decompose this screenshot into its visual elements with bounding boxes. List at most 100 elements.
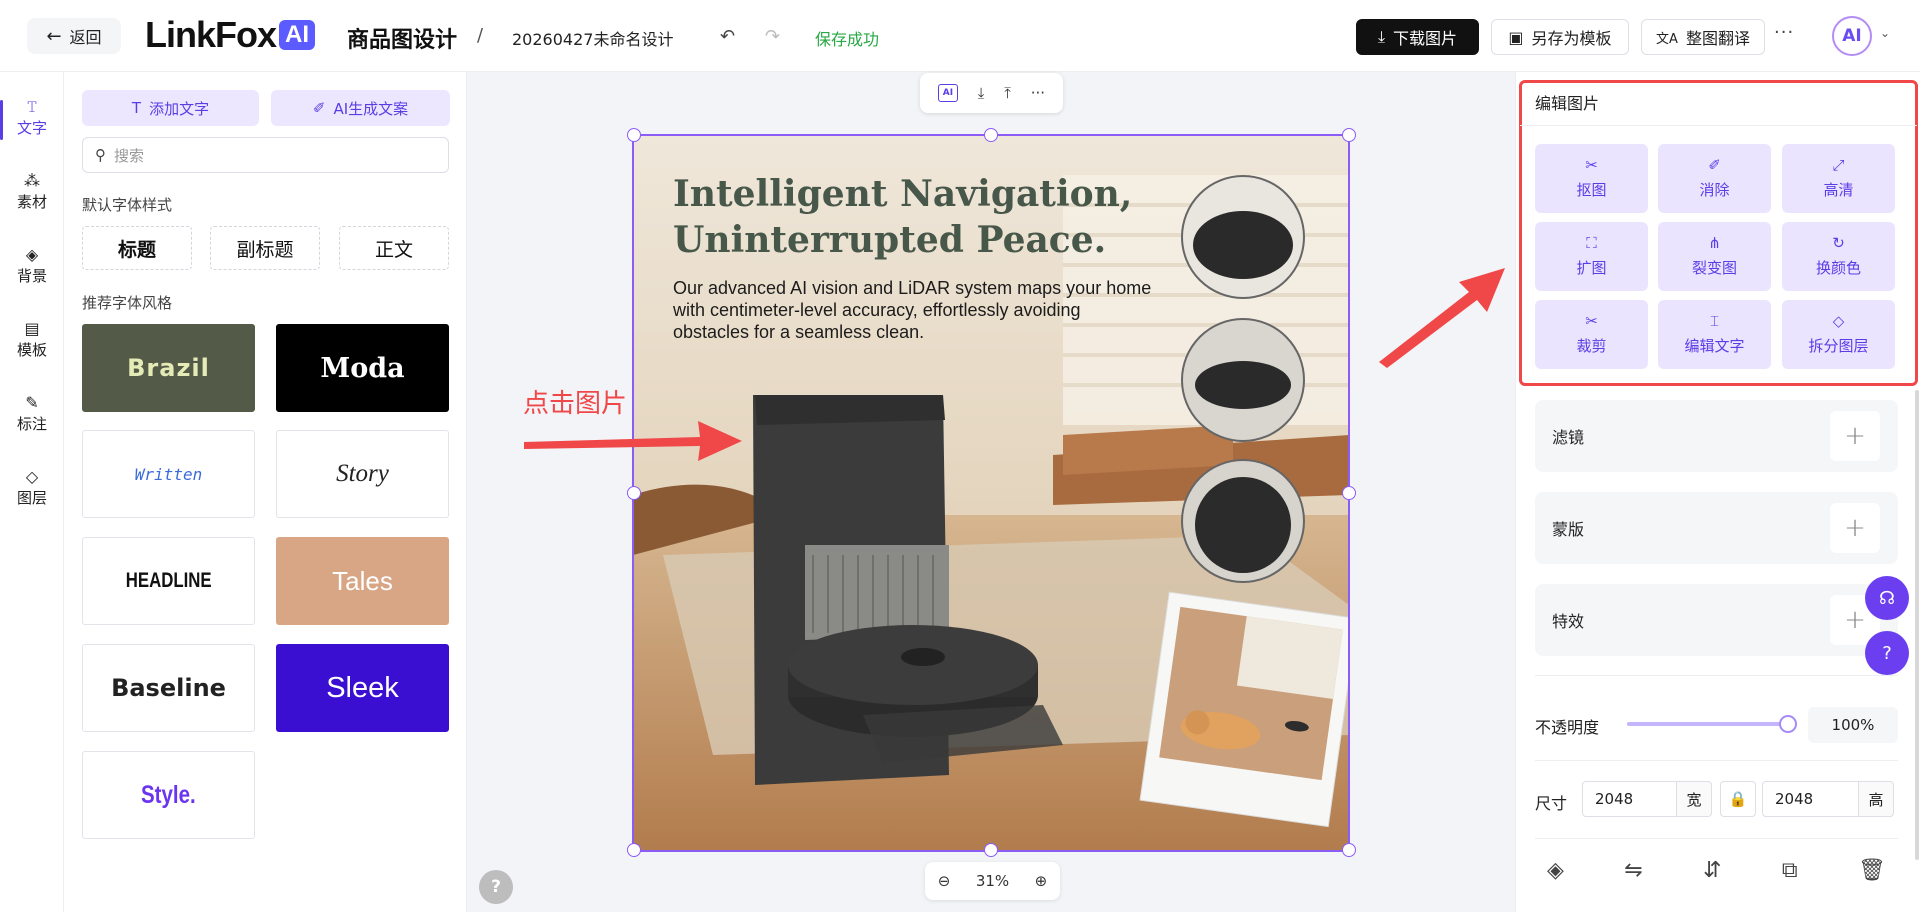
help-question-icon[interactable]: ? bbox=[1865, 631, 1909, 675]
layers-icon[interactable]: ◈ bbox=[1547, 858, 1564, 883]
rail-item-layers[interactable]: ◇ 图层 bbox=[0, 456, 64, 520]
mask-section[interactable]: 蒙版 + bbox=[1535, 492, 1898, 564]
font-style-baseline[interactable]: Baseline bbox=[82, 644, 255, 732]
flip-vertical-icon[interactable]: ⇵ bbox=[1703, 858, 1721, 883]
back-button[interactable]: ← 返回 bbox=[27, 18, 121, 54]
add-mask-icon[interactable]: + bbox=[1830, 503, 1880, 553]
background-icon: ◈ bbox=[25, 244, 39, 264]
duplicate-icon[interactable]: ⧉ bbox=[1782, 858, 1798, 883]
tool-crop-button[interactable]: ✂ 裁剪 bbox=[1535, 300, 1648, 369]
resize-handle-top-left[interactable] bbox=[627, 128, 641, 142]
headline-line-2[interactable]: Uninterrupted Peace. bbox=[673, 219, 1106, 261]
width-unit: 宽 bbox=[1676, 781, 1712, 817]
redo-icon[interactable]: ↷ bbox=[765, 26, 780, 47]
search-input[interactable]: ⚲ 搜索 bbox=[82, 137, 449, 173]
download-button[interactable]: ⤓ 下载图片 bbox=[1356, 19, 1479, 55]
rail-item-label: 背景 bbox=[16, 266, 47, 285]
tool-label: 裁剪 bbox=[1576, 336, 1607, 355]
font-style-label: Tales bbox=[332, 565, 393, 596]
body-copy[interactable]: Our advanced AI vision and LiDAR system … bbox=[673, 277, 1153, 343]
font-style-headline[interactable]: HEADLINE bbox=[82, 537, 255, 625]
rail-item-text[interactable]: 𝚃 文字 bbox=[0, 86, 64, 150]
opacity-slider-handle[interactable] bbox=[1779, 715, 1797, 733]
style-body-button[interactable]: 正文 bbox=[339, 226, 449, 270]
zoom-out-icon[interactable]: ⊖ bbox=[938, 872, 951, 890]
resize-handle-bottom-left[interactable] bbox=[627, 843, 641, 857]
filter-section[interactable]: 滤镜 + bbox=[1535, 400, 1898, 472]
chevron-down-icon[interactable]: ⌄ bbox=[1880, 26, 1890, 40]
font-style-brazil[interactable]: Brazil bbox=[82, 324, 255, 412]
divider bbox=[1520, 125, 1917, 126]
opacity-value[interactable]: 100% bbox=[1808, 707, 1898, 743]
product-image[interactable]: Intelligent Navigation, Uninterrupted Pe… bbox=[633, 135, 1349, 851]
effects-section[interactable]: 特效 + bbox=[1535, 584, 1898, 656]
opacity-slider[interactable] bbox=[1627, 722, 1788, 726]
upload-icon[interactable]: ⤒ bbox=[1004, 84, 1011, 102]
effects-label: 特效 bbox=[1552, 612, 1585, 631]
font-style-moda[interactable]: Moda bbox=[276, 324, 449, 412]
customer-service-icon[interactable]: ☊ bbox=[1865, 576, 1909, 620]
rail-item-annotate[interactable]: ✎ 标注 bbox=[0, 382, 64, 446]
help-icon[interactable]: ? bbox=[479, 870, 513, 904]
undo-icon[interactable]: ↶ bbox=[720, 26, 735, 47]
resize-handle-bottom-right[interactable] bbox=[1342, 843, 1356, 857]
ai-tool-icon[interactable]: AI bbox=[937, 84, 958, 102]
delete-icon[interactable]: 🗑 bbox=[1858, 858, 1886, 883]
translate-button[interactable]: 文A 整图翻译 bbox=[1641, 19, 1765, 55]
resize-handle-left[interactable] bbox=[627, 486, 641, 500]
style-heading-button[interactable]: 标题 bbox=[82, 226, 192, 270]
document-name[interactable]: 20260427未命名设计 bbox=[512, 26, 673, 50]
ai-copywriting-button[interactable]: ✐ AI生成文案 bbox=[271, 90, 450, 126]
save-as-template-button[interactable]: ▣ 另存为模板 bbox=[1491, 19, 1629, 55]
font-style-style[interactable]: Style. bbox=[82, 751, 255, 839]
lock-ratio-icon[interactable]: 🔒 bbox=[1720, 781, 1756, 817]
resize-handle-top[interactable] bbox=[984, 128, 998, 142]
rail-item-background[interactable]: ◈ 背景 bbox=[0, 234, 64, 298]
headline-line-1[interactable]: Intelligent Navigation, bbox=[673, 173, 1132, 215]
resize-handle-bottom[interactable] bbox=[984, 843, 998, 857]
tool-split-layers-button[interactable]: ◇ 拆分图层 bbox=[1782, 300, 1895, 369]
tool-label: 裂变图 bbox=[1691, 258, 1737, 277]
tool-cutout-button[interactable]: ✂ 抠图 bbox=[1535, 144, 1648, 213]
zoom-in-icon[interactable]: ⊕ bbox=[1035, 872, 1048, 890]
add-text-button[interactable]: T 添加文字 bbox=[82, 90, 259, 126]
search-icon: ⚲ bbox=[95, 146, 106, 164]
resize-handle-top-right[interactable] bbox=[1342, 128, 1356, 142]
font-style-story[interactable]: Story bbox=[276, 430, 449, 518]
template-icon: ▣ bbox=[1508, 27, 1524, 47]
translate-label: 整图翻译 bbox=[1685, 29, 1750, 48]
app-logo[interactable]: LinkFox AI bbox=[145, 14, 316, 55]
avatar[interactable]: AI bbox=[1832, 16, 1872, 56]
magic-wand-icon: ✐ bbox=[312, 99, 326, 117]
rail-item-assets[interactable]: ⁂ 素材 bbox=[0, 160, 64, 224]
font-style-written[interactable]: Written bbox=[82, 430, 255, 518]
download-layer-icon[interactable]: ⤓ bbox=[978, 84, 985, 102]
more-options-icon[interactable]: ··· bbox=[1031, 84, 1045, 102]
font-style-tales[interactable]: Tales bbox=[276, 537, 449, 625]
download-label: 下载图片 bbox=[1393, 29, 1458, 48]
flip-horizontal-icon[interactable]: ⇋ bbox=[1624, 858, 1642, 883]
tool-edit-text-button[interactable]: ⌶ 编辑文字 bbox=[1658, 300, 1771, 369]
font-style-label: Story bbox=[336, 460, 389, 487]
tool-expand-button[interactable]: ⛶ 扩图 bbox=[1535, 222, 1648, 291]
text-icon: 𝚃 bbox=[26, 96, 38, 116]
tool-recolor-button[interactable]: ↻ 换颜色 bbox=[1782, 222, 1895, 291]
tool-erase-button[interactable]: ✐ 消除 bbox=[1658, 144, 1771, 213]
assets-icon: ⁂ bbox=[24, 170, 40, 190]
font-style-label: Brazil bbox=[127, 354, 210, 382]
more-menu-icon[interactable]: ··· bbox=[1774, 22, 1794, 43]
ai-copy-label: AI生成文案 bbox=[333, 99, 409, 118]
rail-item-label: 素材 bbox=[16, 192, 47, 211]
rail-item-template[interactable]: ▤ 模板 bbox=[0, 308, 64, 372]
font-style-label: Style. bbox=[141, 780, 196, 809]
right-panel-scrollbar[interactable] bbox=[1915, 390, 1919, 860]
style-subheading-button[interactable]: 副标题 bbox=[210, 226, 320, 270]
add-filter-icon[interactable]: + bbox=[1830, 411, 1880, 461]
layer-actions-bar: ◈ ⇋ ⇵ ⧉ 🗑 bbox=[1535, 858, 1898, 883]
tool-hd-button[interactable]: ⤢ 高清 bbox=[1782, 144, 1895, 213]
annotate-icon: ✎ bbox=[25, 392, 39, 412]
resize-handle-right[interactable] bbox=[1342, 486, 1356, 500]
tool-variation-button[interactable]: ⋔ 裂变图 bbox=[1658, 222, 1771, 291]
divider bbox=[1535, 675, 1898, 676]
font-style-sleek[interactable]: Sleek bbox=[276, 644, 449, 732]
